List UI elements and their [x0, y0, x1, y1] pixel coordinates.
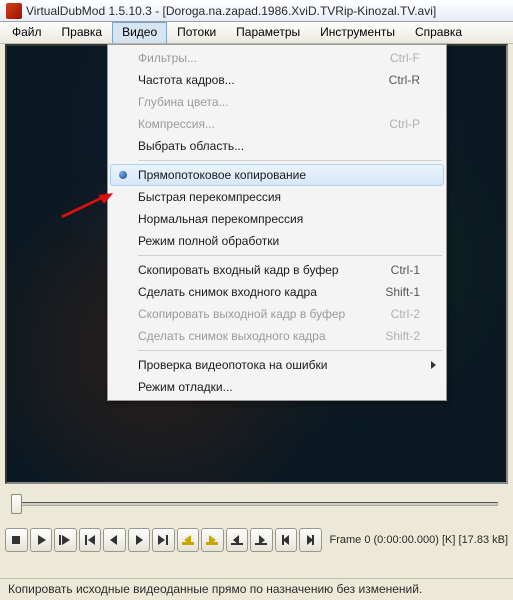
menu-item[interactable]: Частота кадров... Ctrl-R — [110, 69, 444, 91]
menu-item: Глубина цвета... — [110, 91, 444, 113]
menu-separator — [138, 160, 442, 161]
menu-item-label: Нормальная перекомпрессия — [138, 212, 303, 226]
menu-shortcut: Ctrl-R — [389, 73, 420, 87]
mark-in-button[interactable] — [275, 528, 298, 552]
menu-справка[interactable]: Справка — [405, 22, 472, 43]
submenu-arrow-icon — [431, 361, 436, 369]
menu-separator — [138, 255, 442, 256]
slider-track — [15, 502, 498, 506]
timeline-slider[interactable] — [5, 490, 508, 520]
menu-separator — [138, 350, 442, 351]
play-output-button[interactable] — [54, 528, 77, 552]
menu-item[interactable]: Быстрая перекомпрессия — [110, 186, 444, 208]
step-back-button[interactable] — [103, 528, 126, 552]
window-title: VirtualDubMod 1.5.10.3 - [Doroga.na.zapa… — [26, 4, 436, 18]
menu-item-label: Режим отладки... — [138, 380, 233, 394]
menu-item[interactable]: Сделать снимок входного кадра Shift-1 — [110, 281, 444, 303]
menu-правка[interactable]: Правка — [52, 22, 113, 43]
menu-потоки[interactable]: Потоки — [167, 22, 226, 43]
menu-item-label: Скопировать выходной кадр в буфер — [138, 307, 345, 321]
video-menu-dropdown: Фильтры... Ctrl-F Частота кадров... Ctrl-R Г… — [107, 44, 447, 401]
menu-item[interactable]: Проверка видеопотока на ошибки — [110, 354, 444, 376]
menu-item: Фильтры... Ctrl-F — [110, 47, 444, 69]
menu-файл[interactable]: Файл — [2, 22, 52, 43]
menu-shortcut: Ctrl-P — [389, 117, 420, 131]
menu-item-label: Быстрая перекомпрессия — [138, 190, 281, 204]
menu-item-label: Частота кадров... — [138, 73, 235, 87]
menu-параметры[interactable]: Параметры — [226, 22, 310, 43]
menu-item: Сделать снимок выходного кадра Shift-2 — [110, 325, 444, 347]
menu-item-label: Глубина цвета... — [138, 95, 229, 109]
playback-toolbar: Frame 0 (0:00:00.000) [K] [17.83 kB] — [5, 525, 508, 555]
menu-item-label: Проверка видеопотока на ошибки — [138, 358, 327, 372]
slider-thumb[interactable] — [11, 494, 22, 514]
play-input-button[interactable] — [30, 528, 53, 552]
frame-info: Frame 0 (0:00:00.000) [K] [17.83 kB] — [330, 534, 509, 546]
menu-item[interactable]: Режим отладки... — [110, 376, 444, 398]
key-prev-button[interactable] — [177, 528, 200, 552]
menu-item-label: Скопировать входный кадр в буфер — [138, 263, 339, 277]
step-forward-button[interactable] — [128, 528, 151, 552]
radio-bullet-icon — [119, 171, 127, 179]
titlebar: VirtualDubMod 1.5.10.3 - [Doroga.na.zapa… — [0, 0, 513, 22]
mark-out-button[interactable] — [299, 528, 322, 552]
menu-shortcut: Ctrl-1 — [391, 263, 420, 277]
menu-item[interactable]: Скопировать входный кадр в буфер Ctrl-1 — [110, 259, 444, 281]
menu-инструменты[interactable]: Инструменты — [310, 22, 405, 43]
key-next-button[interactable] — [201, 528, 224, 552]
menu-item-label: Выбрать область... — [138, 139, 244, 153]
menu-item-label: Сделать снимок входного кадра — [138, 285, 317, 299]
stop-button[interactable] — [5, 528, 28, 552]
menu-shortcut: Shift-2 — [385, 329, 420, 343]
menu-item-label: Компрессия... — [138, 117, 215, 131]
app-icon — [6, 3, 22, 19]
menubar: ФайлПравкаВидеоПотокиПараметрыИнструмент… — [0, 22, 513, 44]
goto-start-button[interactable] — [79, 528, 102, 552]
menu-item[interactable]: Нормальная перекомпрессия — [110, 208, 444, 230]
menu-item: Скопировать выходной кадр в буфер Ctrl-2 — [110, 303, 444, 325]
menu-item-label: Режим полной обработки — [138, 234, 279, 248]
scene-prev-button[interactable] — [226, 528, 249, 552]
menu-item[interactable]: Прямопотоковое копирование — [110, 164, 444, 186]
menu-item-label: Сделать снимок выходного кадра — [138, 329, 326, 343]
menu-видео[interactable]: Видео — [112, 22, 167, 43]
scene-next-button[interactable] — [250, 528, 273, 552]
menu-shortcut: Ctrl-F — [390, 51, 420, 65]
menu-item[interactable]: Выбрать область... — [110, 135, 444, 157]
menu-item-label: Прямопотоковое копирование — [138, 168, 306, 182]
goto-end-button[interactable] — [152, 528, 175, 552]
menu-shortcut: Ctrl-2 — [391, 307, 420, 321]
menu-item-label: Фильтры... — [138, 51, 197, 65]
menu-item[interactable]: Режим полной обработки — [110, 230, 444, 252]
menu-shortcut: Shift-1 — [385, 285, 420, 299]
menu-item: Компрессия... Ctrl-P — [110, 113, 444, 135]
statusbar: Копировать исходные видеоданные прямо по… — [0, 578, 513, 600]
